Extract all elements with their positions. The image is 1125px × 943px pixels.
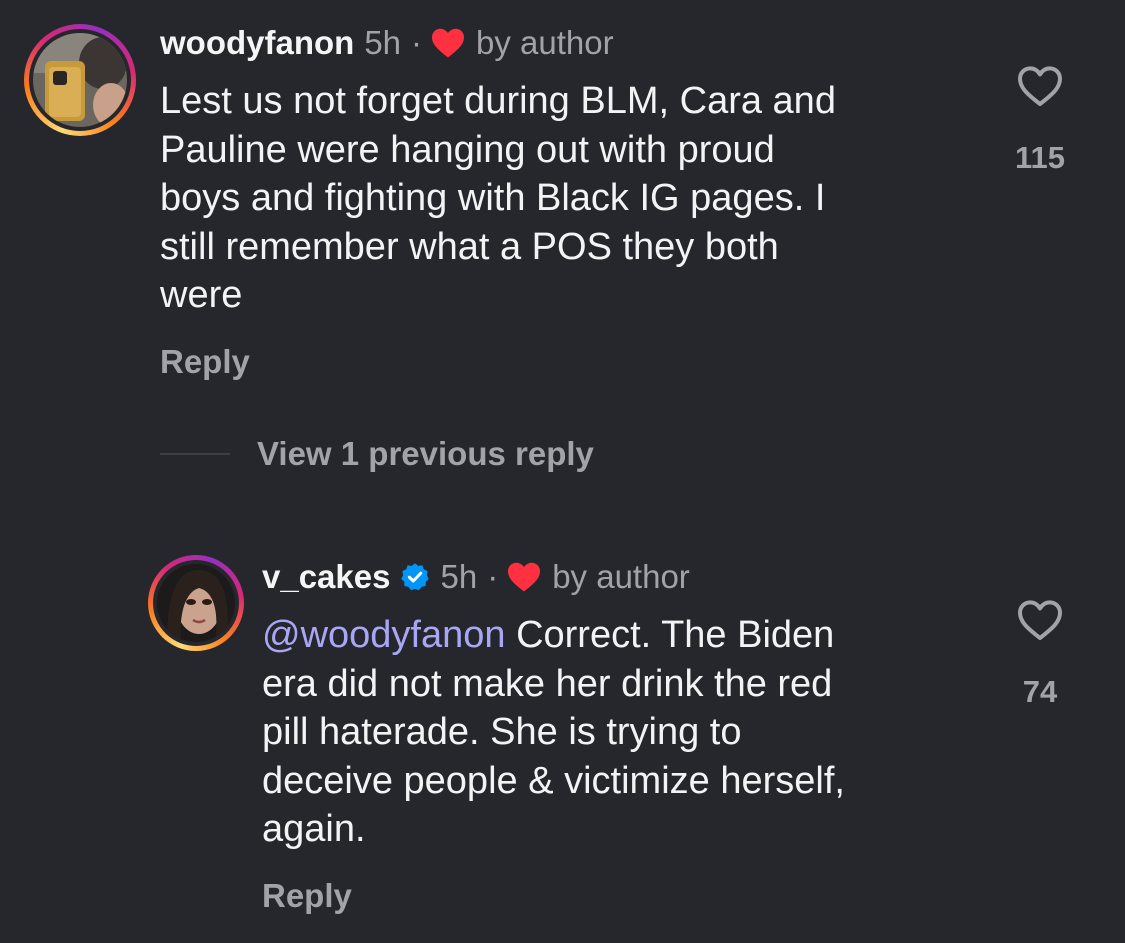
divider-line <box>160 453 230 455</box>
verified-badge-icon <box>401 563 430 591</box>
avatar-gap <box>153 560 239 646</box>
like-column: 115 <box>1000 64 1080 176</box>
timestamp: 5h <box>364 24 402 61</box>
avatar-image <box>157 564 235 642</box>
heart-outline-icon[interactable] <box>1016 598 1064 642</box>
comment-text: Lest us not forget during BLM, Cara and … <box>160 80 836 316</box>
reply-button[interactable]: Reply <box>160 342 250 382</box>
heart-outline-icon[interactable] <box>1016 64 1064 108</box>
comment-meta: woodyfanon 5h · by author <box>160 23 614 63</box>
avatar-woodyfanon[interactable] <box>24 24 136 136</box>
separator-dot: · <box>411 24 423 61</box>
mention-link[interactable]: @woodyfanon <box>262 614 506 656</box>
avatar-v-cakes[interactable] <box>148 555 244 651</box>
avatar-image <box>33 33 127 127</box>
view-previous-replies-button[interactable]: View 1 previous reply <box>160 434 594 474</box>
by-author-label: by author <box>476 24 614 61</box>
like-count: 115 <box>1014 140 1065 175</box>
comment-meta: v_cakes 5h · by author <box>262 557 690 597</box>
username[interactable]: v_cakes <box>262 557 390 597</box>
timestamp: 5h <box>440 558 478 595</box>
like-column: 74 <box>1000 598 1080 710</box>
avatar-gap <box>29 29 131 131</box>
comment-text: @woodyfanon Correct. The Biden era did n… <box>262 611 982 854</box>
by-author-label: by author <box>552 558 690 595</box>
view-previous-label: View 1 previous reply <box>257 435 594 472</box>
heart-filled-icon <box>508 562 541 592</box>
heart-filled-icon <box>432 28 465 58</box>
username[interactable]: woodyfanon <box>160 23 354 63</box>
reply-button[interactable]: Reply <box>262 876 352 916</box>
separator-dot: · <box>487 558 499 595</box>
like-count: 74 <box>1022 674 1058 709</box>
